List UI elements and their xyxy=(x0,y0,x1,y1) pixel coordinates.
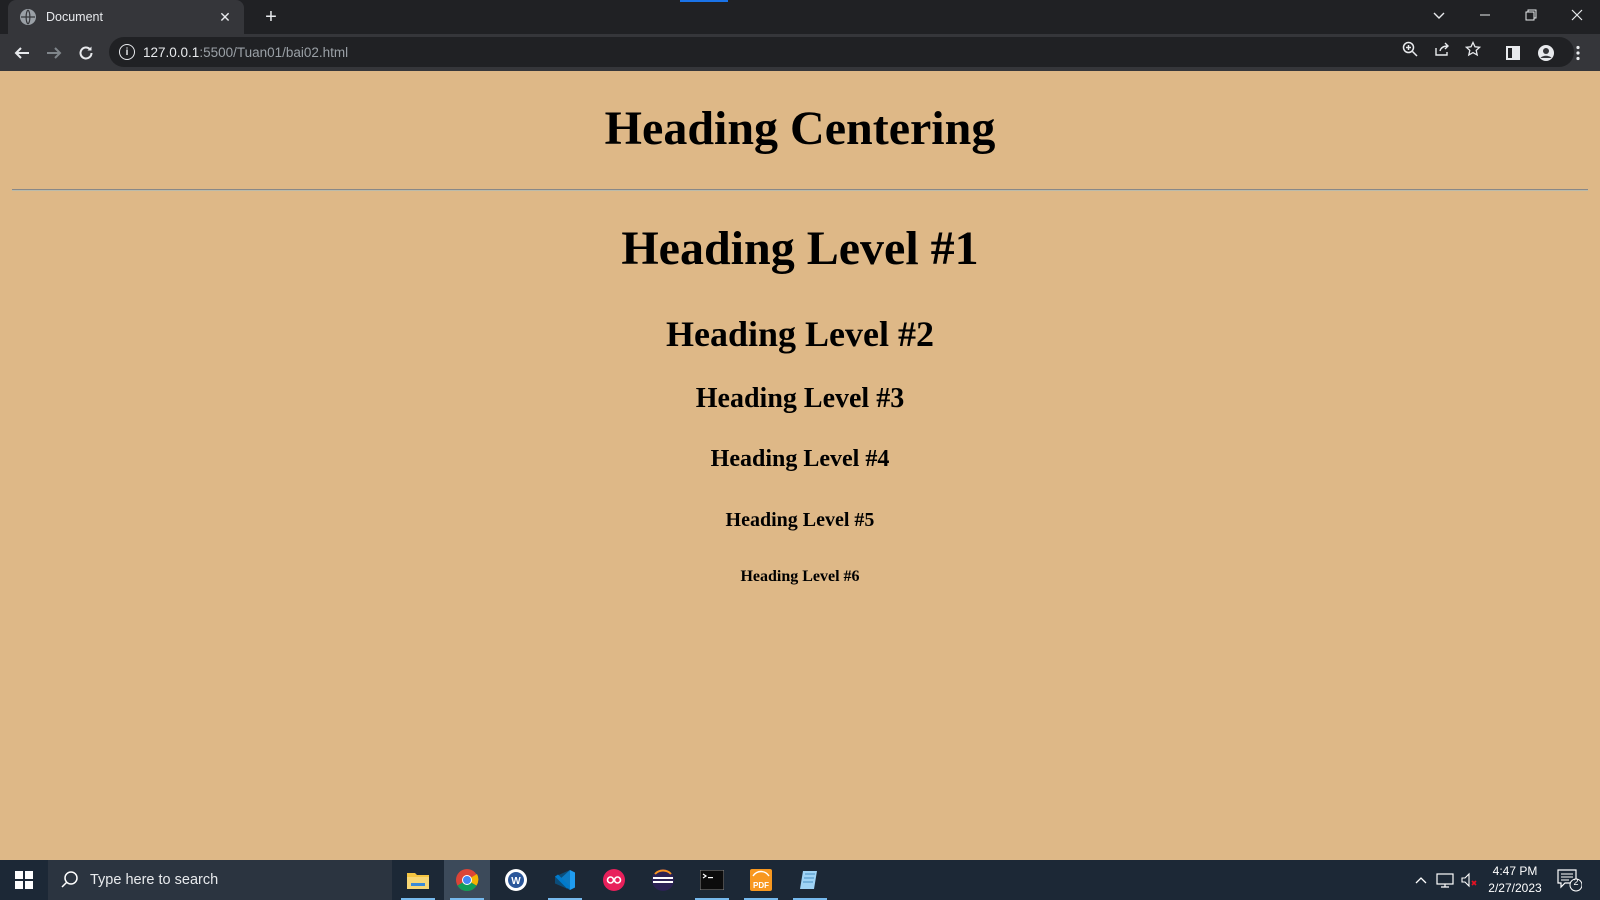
restore-icon[interactable] xyxy=(1508,0,1554,30)
file-explorer-icon[interactable] xyxy=(395,860,441,900)
tab-document[interactable]: Document ✕ xyxy=(8,0,244,34)
word-app-icon[interactable]: W xyxy=(493,860,539,900)
heading-level-3: Heading Level #3 xyxy=(695,383,905,414)
address-bar[interactable]: i 127.0.0.1:5500/Tuan01/bai02.html xyxy=(109,37,1574,67)
browser-toolbar: i 127.0.0.1:5500/Tuan01/bai02.html xyxy=(0,34,1600,71)
globe-icon xyxy=(20,9,36,25)
share-icon[interactable] xyxy=(1430,38,1454,60)
network-icon[interactable] xyxy=(1434,860,1456,900)
clock-date: 2/27/2023 xyxy=(1488,881,1542,895)
heading-level-2: Heading Level #2 xyxy=(666,314,934,354)
chrome-icon[interactable] xyxy=(444,860,490,900)
search-icon xyxy=(61,871,78,888)
close-window-icon[interactable] xyxy=(1554,0,1600,30)
active-indicator xyxy=(680,0,728,2)
taskbar: Type here to search W PDF 4:47 PM 2/27/2… xyxy=(0,860,1600,900)
clock-time: 4:47 PM xyxy=(1492,864,1538,878)
windows-start-icon[interactable] xyxy=(0,860,48,900)
heading-level-1: Heading Level #1 xyxy=(621,222,979,275)
tab-title: Document xyxy=(46,10,103,24)
back-icon[interactable] xyxy=(8,39,36,67)
app-red-icon[interactable] xyxy=(591,860,637,900)
bookmark-star-icon[interactable] xyxy=(1461,38,1485,60)
url-text: 127.0.0.1:5500/Tuan01/bai02.html xyxy=(143,44,349,60)
site-info-icon[interactable]: i xyxy=(119,44,135,60)
tab-close-icon[interactable]: ✕ xyxy=(216,8,234,26)
eclipse-icon[interactable] xyxy=(640,860,686,900)
profile-icon[interactable] xyxy=(1532,39,1560,67)
notification-center-icon[interactable]: 2 xyxy=(1556,868,1583,892)
horizontal-rule xyxy=(12,189,1588,191)
svg-text:W: W xyxy=(511,876,521,887)
heading-centering: Heading Centering xyxy=(604,102,996,155)
vscode-icon[interactable] xyxy=(542,860,588,900)
taskbar-search[interactable]: Type here to search xyxy=(48,860,392,900)
heading-level-5: Heading Level #5 xyxy=(725,509,875,531)
svg-text:PDF: PDF xyxy=(753,881,769,890)
pdf-app-icon[interactable]: PDF xyxy=(738,860,784,900)
reload-icon[interactable] xyxy=(72,39,100,67)
notepad-app-icon[interactable] xyxy=(787,860,833,900)
search-placeholder: Type here to search xyxy=(90,872,219,888)
page-content: Heading Centering Heading Level #1 Headi… xyxy=(0,71,1600,860)
heading-level-4: Heading Level #4 xyxy=(710,446,890,472)
menu-icon[interactable] xyxy=(1564,39,1592,67)
side-panel-icon[interactable] xyxy=(1499,39,1527,67)
new-tab-button[interactable]: + xyxy=(260,6,282,28)
terminal-icon[interactable] xyxy=(689,860,735,900)
heading-level-6: Heading Level #6 xyxy=(740,568,860,585)
zoom-icon[interactable] xyxy=(1398,38,1422,60)
chevron-up-icon[interactable] xyxy=(1410,860,1432,900)
volume-muted-icon[interactable] xyxy=(1458,860,1480,900)
forward-icon[interactable] xyxy=(40,39,68,67)
minimize-icon[interactable] xyxy=(1462,0,1508,30)
notification-count: 2 xyxy=(1573,877,1579,887)
system-clock[interactable]: 4:47 PM 2/27/2023 xyxy=(1480,863,1550,897)
tab-strip: Document ✕ + xyxy=(0,0,1600,34)
tab-search-icon[interactable] xyxy=(1416,0,1462,30)
